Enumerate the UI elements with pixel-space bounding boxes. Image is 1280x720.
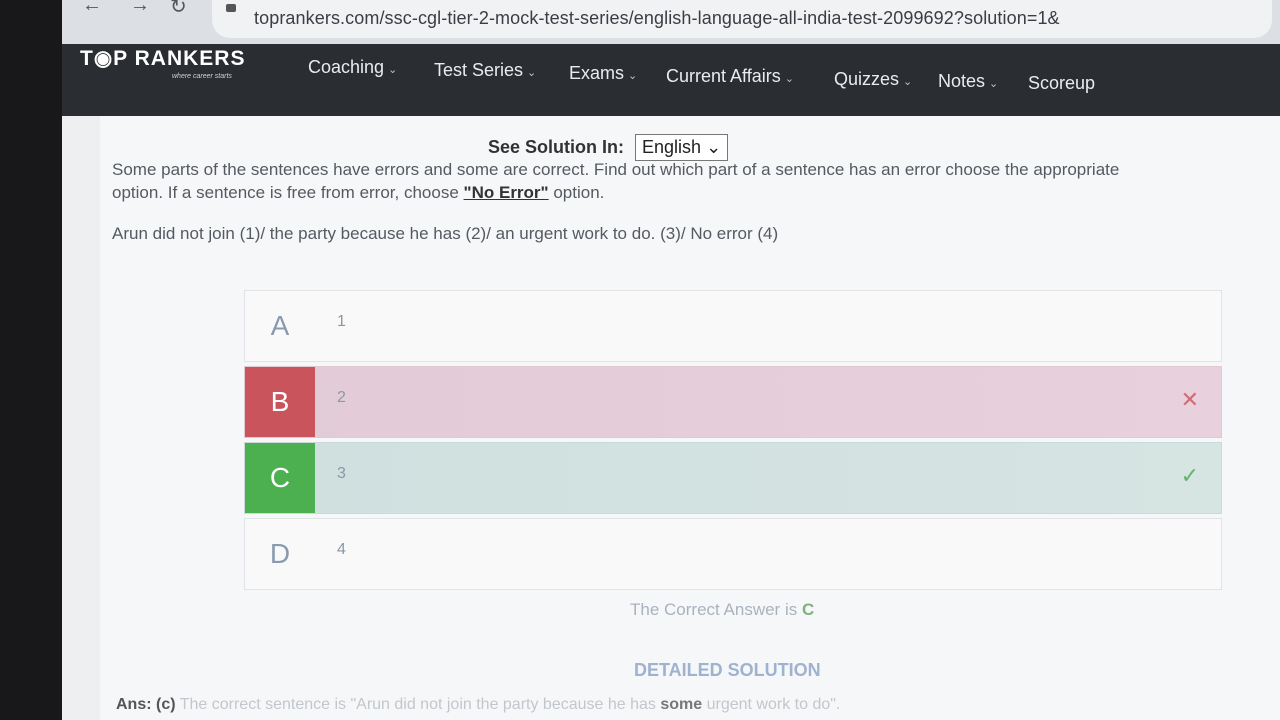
option-letter: C	[245, 443, 315, 513]
chevron-down-icon: ⌄	[706, 137, 722, 157]
logo[interactable]: T◉P RANKERS where career starts	[80, 46, 246, 80]
chevron-down-icon: ⌄	[989, 78, 999, 90]
option-letter: A	[270, 310, 290, 341]
option-text: 4	[337, 541, 346, 558]
address-bar[interactable]: toprankers.com/ssc-cgl-tier-2-mock-test-…	[212, 0, 1272, 38]
url-text: toprankers.com/ssc-cgl-tier-2-mock-test-…	[254, 8, 1060, 28]
no-error-highlight: "No Error"	[463, 183, 549, 202]
lock-icon	[226, 4, 236, 12]
option-text: 2	[337, 389, 346, 406]
answer-prefix: Ans: (c)	[116, 696, 176, 713]
options-list: A 1 B 2 ✕ C 3 ✓ D 4	[244, 290, 1222, 594]
correct-answer-letter: C	[801, 600, 815, 619]
option-letter: B	[245, 367, 315, 437]
check-icon: ✓	[1180, 463, 1199, 488]
correct-answer-text: The Correct Answer is C	[630, 600, 815, 619]
nav-notes[interactable]: Notes ⌄	[938, 71, 998, 92]
option-letter: D	[269, 538, 291, 569]
question-instructions: Some parts of the sentences have errors …	[112, 160, 1120, 202]
nav-exams[interactable]: Exams ⌄	[569, 63, 637, 84]
chevron-down-icon: ⌄	[527, 67, 537, 79]
logo-tagline: where career starts	[172, 73, 232, 80]
chevron-down-icon: ⌄	[388, 64, 398, 76]
monitor-bezel	[0, 0, 62, 720]
forward-icon[interactable]: →	[130, 0, 150, 17]
chevron-down-icon: ⌄	[903, 76, 913, 88]
chevron-down-icon: ⌄	[628, 70, 638, 82]
back-icon[interactable]: ←	[82, 0, 102, 17]
nav-quizzes[interactable]: Quizzes ⌄	[834, 69, 912, 90]
option-c[interactable]: C 3 ✓	[244, 442, 1222, 514]
solution-language-row: See Solution In: English ⌄	[488, 134, 729, 161]
nav-scoreup[interactable]: Scoreup	[1028, 73, 1095, 94]
option-b[interactable]: B 2 ✕	[244, 366, 1222, 438]
language-select[interactable]: English ⌄	[635, 134, 729, 161]
option-a[interactable]: A 1	[244, 290, 1222, 362]
option-d[interactable]: D 4	[244, 518, 1222, 590]
site-header: T◉P RANKERS where career starts Coaching…	[62, 44, 1280, 116]
nav-current-affairs[interactable]: Current Affairs ⌄	[666, 66, 794, 87]
detailed-solution-heading: DETAILED SOLUTION	[634, 660, 821, 680]
nav-coaching[interactable]: Coaching ⌄	[308, 57, 397, 78]
option-text: 3	[337, 465, 346, 482]
solution-language-label: See Solution In:	[488, 137, 625, 157]
wrong-icon: ✕	[1180, 387, 1199, 412]
option-text: 1	[337, 313, 346, 330]
logo-text: T◉P RANKERS	[80, 47, 246, 70]
solution-panel: See Solution In: English ⌄ Some parts of…	[100, 116, 1280, 720]
page-body: See Solution In: English ⌄ Some parts of…	[62, 116, 1280, 720]
answer-explanation: Ans: (c) The correct sentence is "Arun d…	[116, 696, 841, 713]
nav-test-series[interactable]: Test Series ⌄	[434, 60, 536, 81]
question-sentence: Arun did not join (1)/ the party because…	[112, 224, 779, 243]
browser-toolbar: ← → ↻ toprankers.com/ssc-cgl-tier-2-mock…	[62, 0, 1280, 45]
chevron-down-icon: ⌄	[784, 73, 794, 85]
reload-icon[interactable]: ↻	[170, 0, 187, 19]
